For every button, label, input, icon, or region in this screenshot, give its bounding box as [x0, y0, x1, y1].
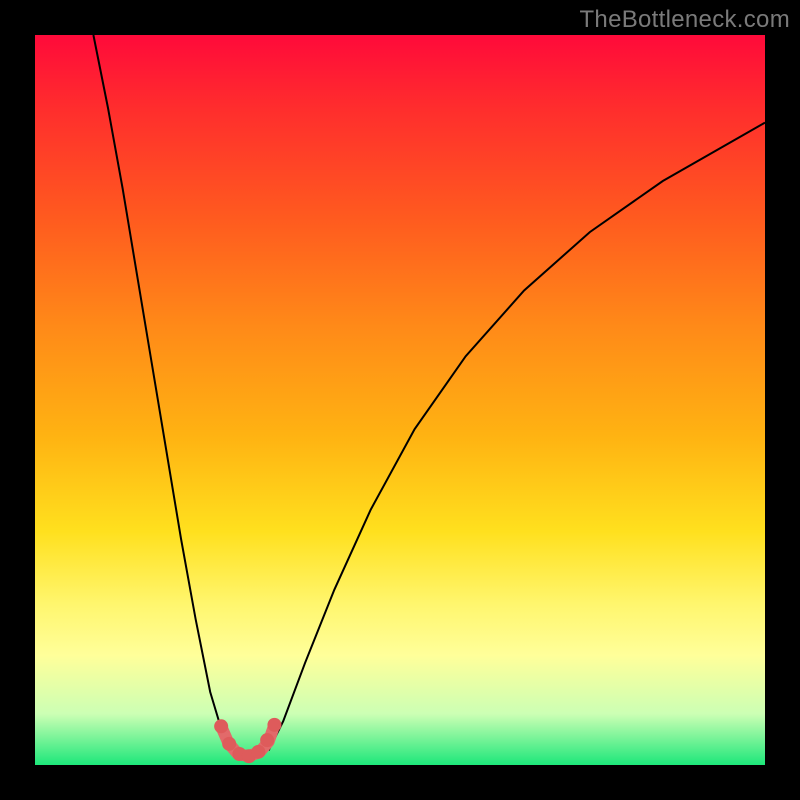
series-dip-dots — [214, 718, 281, 763]
series-right-curve — [269, 123, 765, 751]
chart-svg — [35, 35, 765, 765]
series-left-curve — [93, 35, 232, 750]
watermark-label: TheBottleneck.com — [579, 6, 790, 34]
dip-dot — [260, 733, 274, 747]
dip-dot — [214, 719, 228, 733]
dip-dot — [267, 718, 281, 732]
chart-frame: TheBottleneck.com — [0, 0, 800, 800]
dip-dot — [222, 737, 236, 751]
dip-dot — [251, 745, 265, 759]
